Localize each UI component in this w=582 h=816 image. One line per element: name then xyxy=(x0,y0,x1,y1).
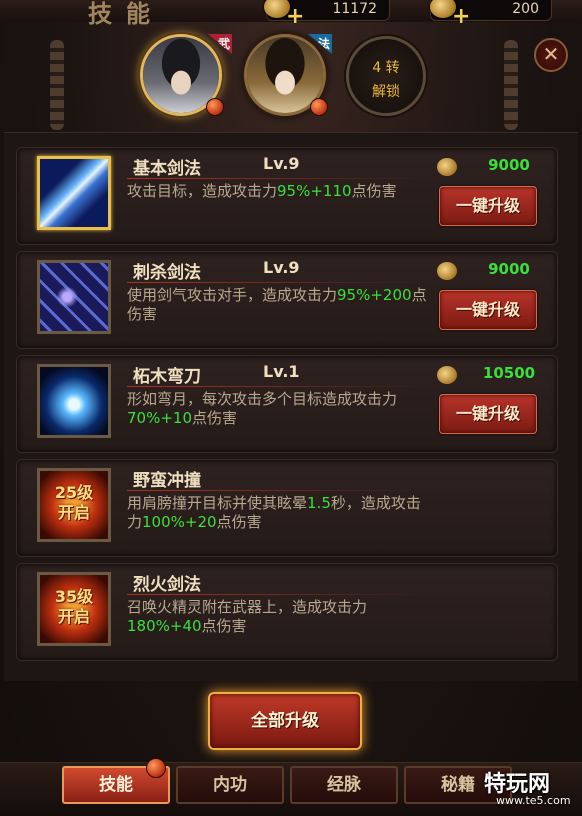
sword-skill-icon[interactable] xyxy=(37,156,111,230)
skill-name: 基本剑法 xyxy=(133,159,201,179)
desc-text: 使用剑气攻击对手，造成攻击力 xyxy=(127,286,338,304)
unlock-level: 25级 xyxy=(54,483,94,502)
skill-row[interactable]: 基本剑法 Lv.9 攻击目标，造成攻击力95%+110点伤害 9000 一键升级 xyxy=(16,147,558,245)
right-chain-decoration xyxy=(504,40,518,130)
lock-line-2: 解锁 xyxy=(372,84,400,100)
divider xyxy=(127,386,427,387)
watermark-url: www.te5.com xyxy=(496,794,571,807)
skill-art xyxy=(40,263,108,331)
unlock-text: 开启 xyxy=(57,503,90,522)
skill-level: Lv.1 xyxy=(263,362,300,381)
skill-row-locked[interactable]: 35级 开启 烈火剑法 召唤火精灵附在武器上，造成攻击力 180%+40点伤害 xyxy=(16,563,558,661)
unlock-text: 开启 xyxy=(57,607,90,626)
unlock-level-label: 25级 开启 xyxy=(40,483,108,523)
one-click-upgrade-button[interactable]: 一键升级 xyxy=(439,186,537,226)
desc-value: 95%+200 xyxy=(337,286,412,304)
skill-name: 柘木弯刀 xyxy=(133,367,201,387)
tab-meridians[interactable]: 经脉 xyxy=(290,766,398,804)
skill-description: 使用剑气攻击对手，造成攻击力95%+200点伤害 xyxy=(127,286,427,324)
coin-icon xyxy=(437,366,457,384)
desc-text: 形如弯月，每次攻击多个目标造成攻击力 xyxy=(127,390,398,408)
add-ingot-button[interactable]: + xyxy=(452,6,470,28)
tab-inner-power[interactable]: 内功 xyxy=(176,766,284,804)
notification-dot xyxy=(146,758,166,778)
one-click-upgrade-button[interactable]: 一键升级 xyxy=(439,394,537,434)
thrust-skill-icon[interactable] xyxy=(37,260,111,334)
skill-row-locked[interactable]: 25级 开启 野蛮冲撞 用肩膀撞开目标并使其眩晕1.5秒，造成攻击力100%+20… xyxy=(16,459,558,557)
desc-value: 180%+40 xyxy=(127,617,202,635)
skill-window: 技能 11172 + 200 + 武 法 4 转 解锁 ✕ 基本剑法 Lv.9 … xyxy=(0,0,582,816)
coin-icon xyxy=(437,262,457,280)
desc-text: 用肩膀撞开目标并使其眩晕 xyxy=(127,494,308,512)
skill-name: 刺杀剑法 xyxy=(133,263,201,283)
divider xyxy=(127,490,427,491)
divider xyxy=(127,594,427,595)
locked-skill-icon[interactable]: 25级 开启 xyxy=(37,468,111,542)
locked-character-slot[interactable]: 4 转 解锁 xyxy=(346,36,426,116)
upgrade-cost: 9000 xyxy=(488,156,530,174)
skill-level: Lv.9 xyxy=(263,154,300,173)
window-title: 技能 xyxy=(88,0,164,28)
skill-list: 基本剑法 Lv.9 攻击目标，造成攻击力95%+110点伤害 9000 一键升级… xyxy=(4,132,578,681)
left-chain-decoration xyxy=(50,40,64,130)
add-coin-button[interactable]: + xyxy=(286,6,304,28)
coin-value: 11172 xyxy=(332,1,377,17)
upgrade-all-button[interactable]: 全部升级 xyxy=(208,692,362,750)
desc-text: 点伤害 xyxy=(216,513,262,531)
skill-art xyxy=(40,367,108,435)
desc-text: 召唤火精灵附在武器上，造成攻击力 xyxy=(127,598,368,616)
close-icon: ✕ xyxy=(542,42,560,66)
skill-art xyxy=(40,159,108,227)
unlock-level: 35级 xyxy=(54,587,94,606)
locked-skill-icon[interactable]: 35级 开启 xyxy=(37,572,111,646)
one-click-upgrade-button[interactable]: 一键升级 xyxy=(439,290,537,330)
skill-description: 用肩膀撞开目标并使其眩晕1.5秒，造成攻击力100%+20点伤害 xyxy=(127,494,427,532)
desc-text: 点伤害 xyxy=(351,182,397,200)
divider xyxy=(127,282,427,283)
desc-text: 点伤害 xyxy=(201,617,247,635)
desc-value: 1.5 xyxy=(307,494,331,512)
skill-name: 野蛮冲撞 xyxy=(133,471,201,491)
ingot-value: 200 xyxy=(512,1,539,17)
divider xyxy=(127,178,427,179)
skill-description: 攻击目标，造成攻击力95%+110点伤害 xyxy=(127,182,427,201)
coin-icon xyxy=(437,158,457,176)
skill-description: 召唤火精灵附在武器上，造成攻击力 180%+40点伤害 xyxy=(127,598,427,636)
skill-row[interactable]: 刺杀剑法 Lv.9 使用剑气攻击对手，造成攻击力95%+200点伤害 9000 … xyxy=(16,251,558,349)
desc-value: 70%+10 xyxy=(127,409,192,427)
close-button[interactable]: ✕ xyxy=(534,38,568,72)
desc-value: 95%+110 xyxy=(277,182,352,200)
desc-value: 100%+20 xyxy=(142,513,217,531)
crescent-blade-skill-icon[interactable] xyxy=(37,364,111,438)
lock-line-1: 4 转 xyxy=(372,60,400,76)
skill-description: 形如弯月，每次攻击多个目标造成攻击力70%+10点伤害 xyxy=(127,390,427,428)
unlock-level-label: 35级 开启 xyxy=(40,587,108,627)
upgrade-cost: 10500 xyxy=(482,364,536,382)
upgrade-cost: 9000 xyxy=(488,260,530,278)
skill-level: Lv.9 xyxy=(263,258,300,277)
notification-dot xyxy=(206,98,224,116)
notification-dot xyxy=(310,98,328,116)
skill-name: 烈火剑法 xyxy=(133,575,201,595)
skill-row[interactable]: 柘木弯刀 Lv.1 形如弯月，每次攻击多个目标造成攻击力70%+10点伤害 10… xyxy=(16,355,558,453)
desc-text: 点伤害 xyxy=(192,409,238,427)
desc-text: 攻击目标，造成攻击力 xyxy=(127,182,278,200)
